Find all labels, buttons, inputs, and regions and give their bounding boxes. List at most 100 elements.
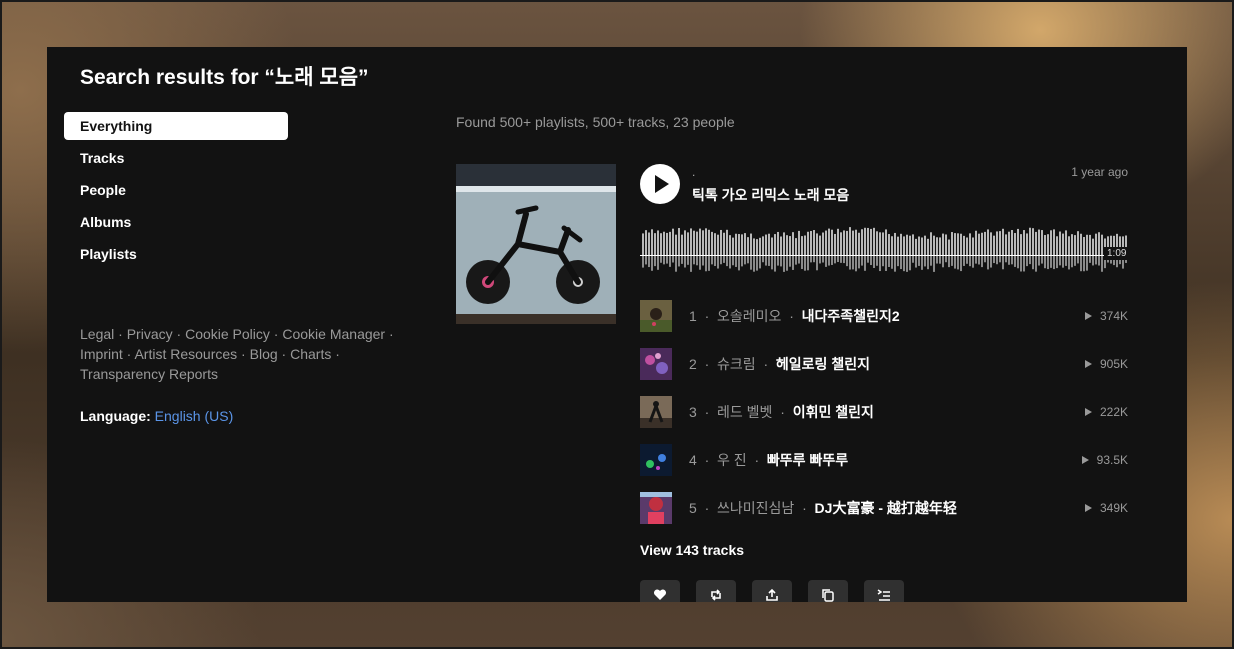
- track-artist[interactable]: 슈크림: [717, 356, 756, 372]
- waveform-bar: [942, 233, 944, 255]
- waveform-bar-reflection: [741, 256, 743, 267]
- waveform-bar: [906, 234, 908, 255]
- nav-people[interactable]: People: [64, 176, 288, 204]
- waveform-bar: [783, 232, 785, 255]
- track-thumbnail: [640, 396, 672, 428]
- track-artist[interactable]: 우 진: [717, 452, 747, 468]
- waveform-bar-reflection: [843, 256, 845, 264]
- nav-albums[interactable]: Albums: [64, 208, 288, 236]
- heart-icon: [653, 589, 667, 600]
- repost-button[interactable]: [696, 580, 736, 602]
- track-artist[interactable]: 레드 벨벳: [717, 404, 772, 420]
- play-button[interactable]: [640, 164, 680, 204]
- footer-legal-link[interactable]: Legal: [80, 326, 114, 342]
- waveform-bar-reflection: [813, 256, 815, 263]
- waveform-bar-reflection: [792, 256, 794, 270]
- waveform-bar-reflection: [693, 256, 695, 265]
- waveform-bar: [981, 232, 983, 255]
- waveform-bar: [1071, 234, 1073, 255]
- footer-imprint-link[interactable]: Imprint: [80, 346, 123, 362]
- waveform-bar: [810, 231, 812, 255]
- add-to-next-up-button[interactable]: [864, 580, 904, 602]
- waveform-bar: [834, 233, 836, 255]
- waveform-bar: [714, 233, 716, 255]
- playlist-title[interactable]: 틱톡 가오 리믹스 노래 모음: [692, 185, 849, 205]
- footer-blog-link[interactable]: Blog: [250, 346, 278, 362]
- waveform-bar: [987, 229, 989, 255]
- track-row-1[interactable]: 1 · 오솔레미오 · 내다주족챌린지2 374K: [640, 300, 1128, 332]
- copy-link-button[interactable]: [808, 580, 848, 602]
- waveform-bar-reflection: [672, 256, 674, 263]
- uploader-name[interactable]: .: [692, 165, 695, 179]
- waveform-bar: [723, 232, 725, 255]
- track-row-5[interactable]: 5 · 쓰나미진심남 · DJ大富豪 - 越打越年轻 349K: [640, 492, 1128, 524]
- footer-cookie-manager-link[interactable]: Cookie Manager: [282, 326, 385, 342]
- waveform-bar-reflection: [1098, 256, 1100, 266]
- waveform-bar: [921, 237, 923, 255]
- waveform-bar: [879, 232, 881, 255]
- track-row-4[interactable]: 4 · 우 진 · 빠뚜루 빠뚜루 93.5K: [640, 444, 1128, 476]
- nav-tracks[interactable]: Tracks: [64, 144, 288, 172]
- waveform-bar-reflection: [705, 256, 707, 272]
- track-row-2[interactable]: 2 · 슈크림 · 헤일로링 챌린지 905K: [640, 348, 1128, 380]
- track-title[interactable]: 내다주족챌린지2: [802, 308, 900, 324]
- track-meta: 1 · 오솔레미오 · 내다주족챌린지2: [689, 300, 900, 332]
- waveform-bar-reflection: [1017, 256, 1019, 269]
- track-title[interactable]: 헤일로링 챌린지: [776, 356, 870, 372]
- waveform-bar: [660, 233, 662, 255]
- track-title[interactable]: 이휘민 챌린지: [793, 404, 874, 420]
- waveform-bar-reflection: [654, 256, 656, 267]
- language-value[interactable]: English (US): [155, 408, 234, 424]
- waveform-bar-reflection: [855, 256, 857, 272]
- waveform-bar: [954, 233, 956, 255]
- waveform-bar: [792, 232, 794, 255]
- share-button[interactable]: [752, 580, 792, 602]
- track-artist[interactable]: 쓰나미진심남: [717, 500, 794, 516]
- waveform-bar: [972, 237, 974, 255]
- nav-everything[interactable]: Everything: [64, 112, 288, 140]
- footer-privacy-link[interactable]: Privacy: [127, 326, 173, 342]
- waveform[interactable]: [640, 219, 1128, 279]
- waveform-bar-reflection: [915, 256, 917, 268]
- waveform-bar: [717, 234, 719, 255]
- waveform-bar: [744, 233, 746, 255]
- like-button[interactable]: [640, 580, 680, 602]
- waveform-bar-reflection: [975, 256, 977, 264]
- waveform-bar: [651, 229, 653, 255]
- search-query: “노래 모음”: [264, 66, 369, 89]
- waveform-bar: [1008, 231, 1010, 255]
- waveform-bar-reflection: [795, 256, 797, 265]
- waveform-bar: [795, 238, 797, 255]
- footer-charts-link[interactable]: Charts: [290, 346, 331, 362]
- track-title[interactable]: DJ大富豪 - 越打越年轻: [815, 500, 957, 516]
- view-all-tracks-link[interactable]: View 143 tracks: [640, 542, 744, 558]
- play-icon: [655, 175, 669, 193]
- waveform-bar: [852, 230, 854, 255]
- track-title[interactable]: 빠뚜루 빠뚜루: [767, 452, 848, 468]
- waveform-bar-reflection: [1089, 256, 1091, 263]
- waveform-bar: [924, 235, 926, 255]
- play-count-value: 349K: [1099, 501, 1128, 515]
- track-row-3[interactable]: 3 · 레드 벨벳 · 이휘민 챌린지 222K: [640, 396, 1128, 428]
- waveform-bar-reflection: [1041, 256, 1043, 264]
- waveform-bar-reflection: [1071, 256, 1073, 268]
- waveform-bar-reflection: [852, 256, 854, 270]
- waveform-bar-reflection: [1068, 256, 1070, 270]
- waveform-bar: [765, 234, 767, 255]
- track-duration: 1:09: [1104, 247, 1130, 260]
- nav-playlists[interactable]: Playlists: [64, 240, 288, 268]
- footer-transparency-link[interactable]: Transparency Reports: [80, 366, 218, 382]
- track-artist[interactable]: 오솔레미오: [717, 308, 781, 324]
- waveform-bar: [1035, 231, 1037, 255]
- waveform-bar-reflection: [750, 256, 752, 270]
- waveform-bar: [750, 233, 752, 255]
- footer-artist-resources-link[interactable]: Artist Resources: [134, 346, 237, 362]
- footer-cookie-policy-link[interactable]: Cookie Policy: [185, 326, 270, 342]
- track-number: 5: [689, 500, 697, 516]
- separator-dot: ·: [772, 404, 793, 420]
- waveform-bar: [1020, 234, 1022, 255]
- playlist-artwork[interactable]: [456, 164, 616, 324]
- waveform-bar: [690, 228, 692, 255]
- waveform-bar: [897, 236, 899, 255]
- waveform-bar: [720, 229, 722, 255]
